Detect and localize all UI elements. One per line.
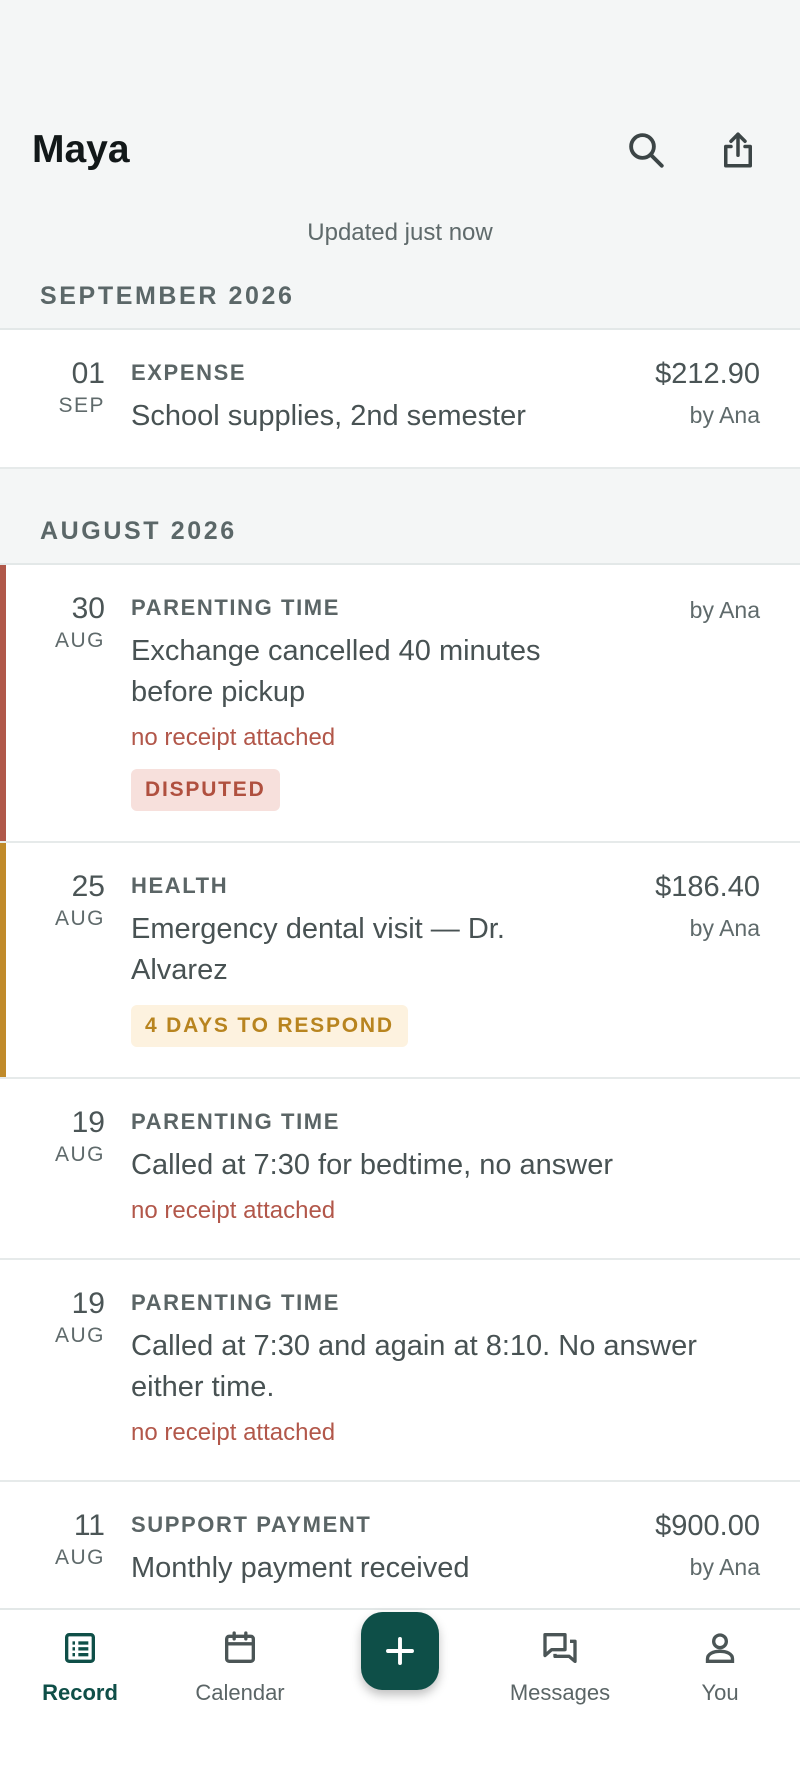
record-entry[interactable]: 25 AUG HEALTH Emergency dental visit — D… <box>0 843 800 1079</box>
section-header-september: SEPTEMBER 2026 <box>0 264 800 330</box>
entry-title: Monthly payment received <box>131 1552 470 1584</box>
section-header-august: AUGUST 2026 <box>0 499 800 565</box>
entry-title: Called at 7:30 for bedtime, no answer <box>131 1149 613 1181</box>
entry-meta: by Ana <box>678 591 760 811</box>
entry-day: 01 <box>71 357 105 390</box>
entry-date: 19 AUG <box>0 1105 131 1228</box>
messages-icon <box>543 1633 577 1663</box>
entry-receipt-note: no receipt attached <box>131 1197 336 1224</box>
entry-amount: $186.40 <box>655 871 760 903</box>
app-screen: Maya Updated just now SEPTEMBER 2026 01 … <box>0 0 800 1778</box>
entry-meta: $186.40 by Ana <box>643 869 760 1047</box>
entry-category: HEALTH <box>131 873 229 898</box>
entry-category: EXPENSE <box>131 360 247 385</box>
record-entry[interactable]: 11 AUG SUPPORT PAYMENT Monthly payment r… <box>0 1482 800 1621</box>
entry-day: 25 <box>71 870 105 903</box>
entry-content: SUPPORT PAYMENT Monthly payment received <box>131 1508 643 1589</box>
person-icon <box>705 1633 735 1663</box>
entry-month: AUG <box>54 907 105 930</box>
entry-category: PARENTING TIME <box>131 1290 340 1315</box>
nav-you-label: You <box>701 1680 739 1705</box>
nav-calendar-label: Calendar <box>195 1680 285 1705</box>
entry-title: Called at 7:30 and again at 8:10. No ans… <box>131 1330 697 1403</box>
bottom-navigation: Record Calendar Messages You <box>0 1608 800 1778</box>
entry-content: PARENTING TIME Called at 7:30 and again … <box>131 1286 760 1450</box>
top-app-bar: Maya <box>0 90 800 210</box>
entry-date: 30 AUG <box>0 591 131 811</box>
record-list-icon <box>65 1633 95 1663</box>
entry-meta: $212.90 by Ana <box>643 356 760 437</box>
record-entry[interactable]: 30 AUG PARENTING TIME Exchange cancelled… <box>0 565 800 843</box>
record-entry[interactable]: 01 SEP EXPENSE School supplies, 2nd seme… <box>0 330 800 469</box>
entry-date: 19 AUG <box>0 1286 131 1450</box>
entry-author: by Ana <box>689 1554 760 1580</box>
entry-day: 19 <box>71 1106 105 1139</box>
plus-icon <box>386 1637 414 1665</box>
page-title: Maya <box>32 128 130 171</box>
entry-receipt-note: no receipt attached <box>131 1419 336 1446</box>
fab-container <box>320 1610 480 1778</box>
nav-messages-label: Messages <box>509 1680 611 1705</box>
entry-content: PARENTING TIME Called at 7:30 for bedtim… <box>131 1105 760 1228</box>
status-bar-space <box>0 0 800 90</box>
record-entry[interactable]: 19 AUG PARENTING TIME Called at 7:30 for… <box>0 1079 800 1260</box>
entry-title: Exchange cancelled 40 minutes before pic… <box>131 635 541 708</box>
entry-day: 19 <box>71 1287 105 1320</box>
entry-date: 25 AUG <box>0 869 131 1047</box>
entry-author: by Ana <box>689 597 760 623</box>
status-badge-respond: 4 DAYS TO RESPOND <box>131 1005 408 1047</box>
entry-category: PARENTING TIME <box>131 1109 340 1134</box>
nav-calendar[interactable]: Calendar <box>160 1610 320 1778</box>
entry-receipt-note: no receipt attached <box>131 724 336 751</box>
nav-you[interactable]: You <box>640 1610 800 1778</box>
entry-author: by Ana <box>689 402 760 428</box>
entry-day: 30 <box>71 592 105 625</box>
entry-month: AUG <box>54 1324 105 1347</box>
entry-author: by Ana <box>689 915 760 941</box>
entry-content: HEALTH Emergency dental visit — Dr. Alva… <box>131 869 643 1047</box>
entry-day: 11 <box>73 1509 105 1542</box>
entry-category: SUPPORT PAYMENT <box>131 1512 372 1537</box>
share-icon <box>724 132 752 168</box>
entry-amount: $900.00 <box>655 1510 760 1542</box>
search-button[interactable] <box>616 120 676 180</box>
entry-title: School supplies, 2nd semester <box>131 400 526 432</box>
record-entry[interactable]: 19 AUG PARENTING TIME Called at 7:30 and… <box>0 1260 800 1482</box>
entry-meta: $900.00 by Ana <box>643 1508 760 1589</box>
entry-content: PARENTING TIME Exchange cancelled 40 min… <box>131 591 678 811</box>
share-button[interactable] <box>708 120 768 180</box>
nav-record[interactable]: Record <box>0 1610 160 1778</box>
entry-month: AUG <box>54 629 105 652</box>
entry-month: SEP <box>58 394 105 417</box>
nav-messages[interactable]: Messages <box>480 1610 640 1778</box>
entry-date: 01 SEP <box>0 356 131 437</box>
entry-category: PARENTING TIME <box>131 595 340 620</box>
status-badge-disputed: DISPUTED <box>131 769 280 811</box>
nav-record-label: Record <box>42 1680 118 1705</box>
last-updated-text: Updated just now <box>307 219 493 246</box>
entry-title: Emergency dental visit — Dr. Alvarez <box>131 913 505 986</box>
entry-month: AUG <box>54 1143 105 1166</box>
entry-date: 11 AUG <box>0 1508 131 1589</box>
entry-amount: $212.90 <box>655 358 760 390</box>
add-entry-button[interactable] <box>361 1612 439 1690</box>
calendar-icon <box>225 1631 255 1663</box>
search-icon <box>629 133 664 168</box>
entry-content: EXPENSE School supplies, 2nd semester <box>131 356 643 437</box>
entry-month: AUG <box>54 1546 105 1569</box>
